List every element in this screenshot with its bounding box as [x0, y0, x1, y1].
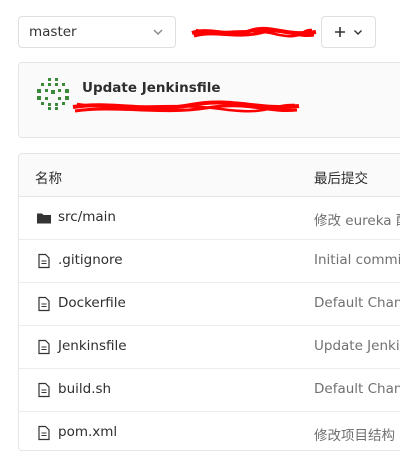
- file-last-commit[interactable]: 修改 eureka 配: [314, 209, 400, 229]
- file-name[interactable]: .gitignore: [58, 252, 123, 268]
- table-row[interactable]: .gitignore Initial commit: [19, 240, 400, 283]
- branch-select[interactable]: master: [18, 16, 176, 48]
- table-row[interactable]: Jenkinsfile Update Jenkin: [19, 326, 400, 369]
- file-tree-table: 名称 最后提交 src/main 修改 eureka 配 .gitignore …: [18, 153, 400, 451]
- file-icon: [38, 253, 50, 269]
- column-header-name: 名称: [35, 171, 62, 187]
- branch-select-label: master: [29, 24, 77, 40]
- file-name[interactable]: build.sh: [58, 381, 111, 397]
- file-name[interactable]: pom.xml: [58, 424, 117, 440]
- chevron-down-icon: [353, 30, 362, 35]
- file-icon: [38, 382, 50, 398]
- plus-icon: [334, 27, 345, 37]
- file-icon: [38, 296, 50, 312]
- file-name[interactable]: src/main: [58, 209, 116, 225]
- table-row[interactable]: pom.xml 修改项目结构: [19, 412, 400, 450]
- chevron-down-icon: [153, 29, 163, 35]
- file-last-commit[interactable]: Initial commit: [314, 252, 400, 268]
- file-last-commit[interactable]: Default Chang: [314, 381, 400, 397]
- redaction-scribble: [191, 26, 317, 38]
- table-header: 名称 最后提交: [19, 154, 400, 197]
- identicon-avatar: [37, 78, 69, 110]
- file-name[interactable]: Jenkinsfile: [58, 338, 127, 354]
- file-name[interactable]: Dockerfile: [58, 295, 126, 311]
- commit-title-link[interactable]: Update Jenkinsfile: [82, 80, 221, 96]
- file-icon: [38, 425, 50, 441]
- last-commit-panel: Update Jenkinsfile: [18, 62, 400, 138]
- breadcrumb-redacted: [190, 24, 318, 42]
- file-last-commit[interactable]: Update Jenkin: [314, 338, 400, 354]
- table-row[interactable]: Dockerfile Default Chang: [19, 283, 400, 326]
- column-header-last-commit: 最后提交: [314, 171, 368, 187]
- table-row[interactable]: src/main 修改 eureka 配: [19, 197, 400, 240]
- add-file-dropdown[interactable]: [321, 16, 376, 48]
- folder-icon: [37, 213, 51, 224]
- table-row[interactable]: build.sh Default Chang: [19, 369, 400, 412]
- file-last-commit[interactable]: Default Chang: [314, 295, 400, 311]
- file-icon: [38, 339, 50, 355]
- redaction-scribble: [72, 100, 300, 113]
- file-last-commit[interactable]: 修改项目结构: [314, 424, 395, 444]
